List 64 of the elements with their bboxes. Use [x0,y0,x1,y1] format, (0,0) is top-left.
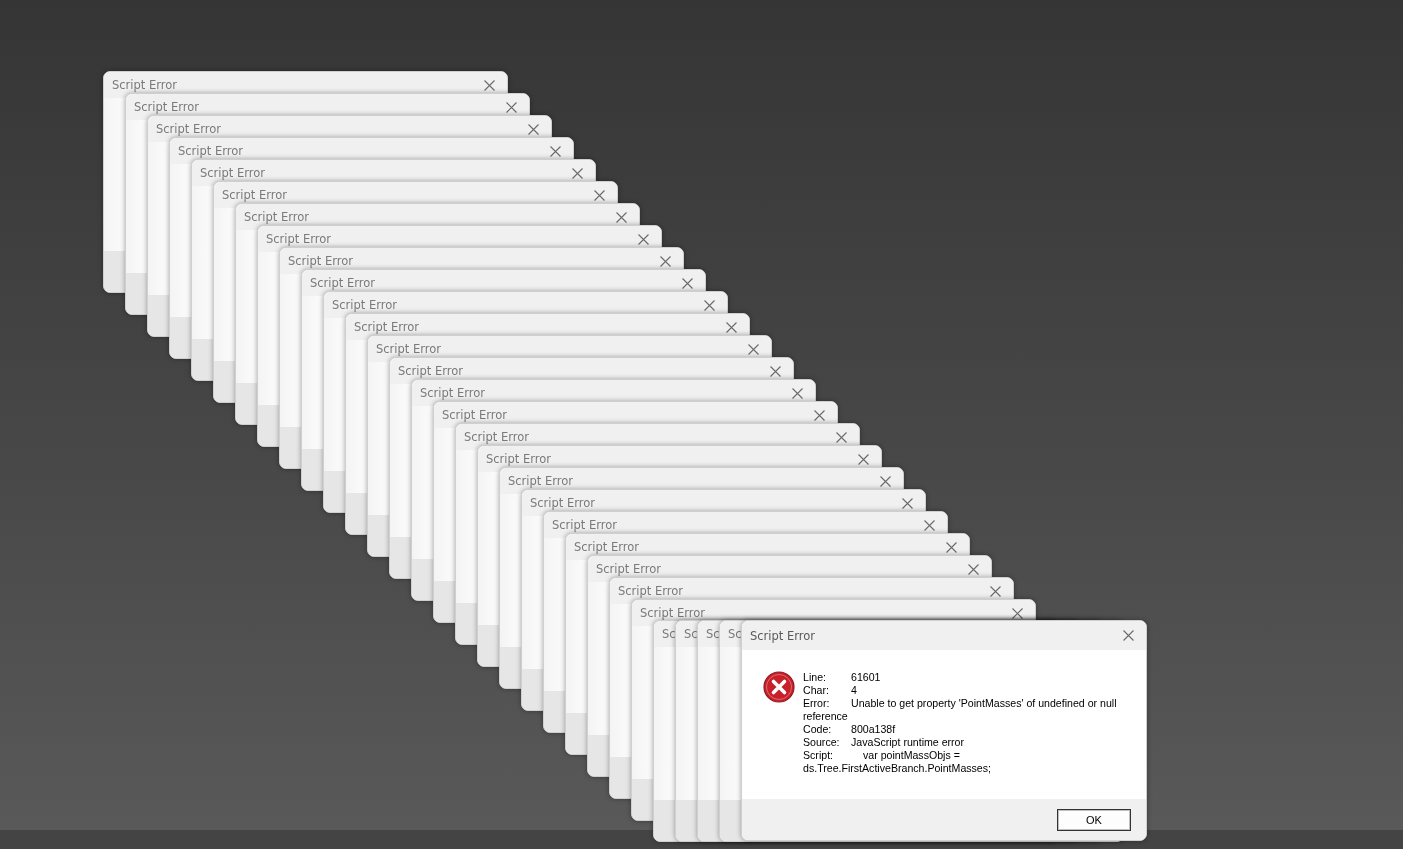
window-title: Script Error [574,540,640,554]
close-icon [990,585,1001,597]
window-title: Script Error [530,496,596,510]
window-title: Script Error [596,562,662,576]
close-icon [506,101,517,113]
close-icon [616,211,627,223]
window-title: Script Error [376,342,442,356]
close-icon [726,321,737,333]
window-title: Script Error [200,166,266,180]
window-title: Script Error [288,254,354,268]
window-title: Script Error [398,364,464,378]
window-title: Script Error [156,122,222,136]
error-icon [763,671,795,703]
close-icon [704,299,715,311]
message-line: Code: 800a138f [803,723,897,736]
close-icon [968,563,979,575]
window-title: Script Error [486,452,552,466]
close-icon [1123,630,1134,641]
window-title: Script Error [508,474,574,488]
window-title: Script Error [618,584,684,598]
window-title: Script Error [178,144,244,158]
message-line: Line: 61601 [803,671,882,684]
window-title: Script Error [332,298,398,312]
window-title: Script Error [222,188,288,202]
window-title: Script Error [750,628,816,643]
close-icon [814,409,825,421]
window-title: Script Error [244,210,310,224]
window-title: Script Error [310,276,376,290]
window-title: Sc [662,627,676,641]
close-icon [1012,607,1023,619]
close-icon [682,277,693,289]
close-icon [946,541,957,553]
close-icon [748,343,759,355]
window-title: Script Error [134,100,200,114]
close-icon [572,167,583,179]
close-icon [902,497,913,509]
message-line: Char: 4 [803,684,858,697]
message-line: Source: JavaScript runtime error [803,736,966,749]
window-title: Script Error [354,320,420,334]
close-icon [792,387,803,399]
window-title: Script Error [112,78,178,92]
close-icon [550,145,561,157]
message-line: Error: Unable to get property 'PointMasses' of undefined or null reference [803,697,1118,723]
close-icon [528,123,539,135]
close-icon [484,79,495,91]
window-title: Sc [728,627,742,641]
window-title: Script Error [552,518,618,532]
window-title: Sc [684,627,698,641]
window-title: Script Error [266,232,332,246]
window-title: Script Error [420,386,486,400]
window-title: Script Error [442,408,508,422]
message-line: Script: var pointMassObjs = ds.Tree.FirstActiveBranch.PointMasses; [803,749,992,775]
close-icon [594,189,605,201]
ok-button[interactable]: OK [1057,808,1131,831]
window-title: Script Error [464,430,530,444]
close-icon [660,255,671,267]
window-title: Script Error [640,606,706,620]
close-icon [638,233,649,245]
close-icon [880,475,891,487]
close-icon [924,519,935,531]
close-icon [770,365,781,377]
close-icon [836,431,847,443]
close-icon [858,453,869,465]
window-title: Sc [706,627,720,641]
